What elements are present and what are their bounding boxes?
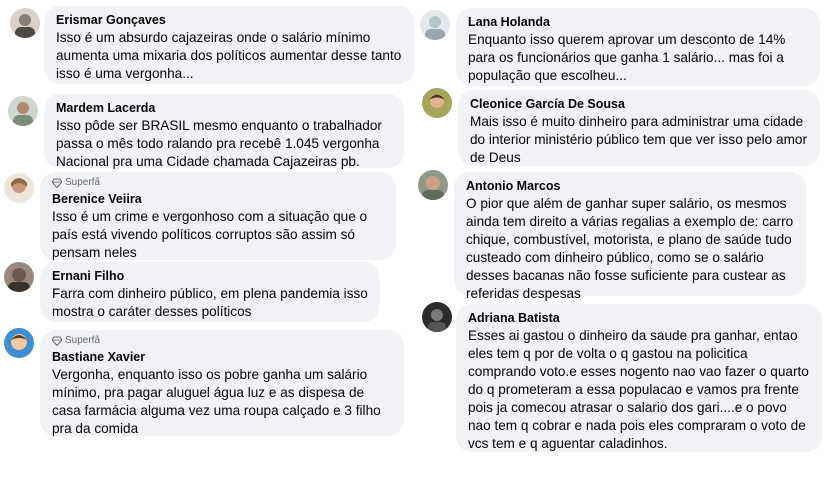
badge-label: Superfã	[65, 177, 101, 188]
avatar[interactable]	[420, 10, 450, 40]
comment-bubble: Lana Holanda Enquanto isso querem aprova…	[456, 8, 820, 86]
comment-text: Isso é um crime e vergonhoso com a situa…	[52, 209, 368, 260]
comment-author[interactable]: Adriana Batista	[468, 310, 810, 326]
comment-text: Vergonha, enquanto isso os pobre ganha u…	[52, 367, 381, 436]
avatar[interactable]	[10, 8, 40, 38]
comment-bubble: Superfã Berenice Veiira Isso é um crime …	[40, 172, 396, 260]
avatar[interactable]	[8, 96, 38, 126]
avatar[interactable]	[4, 262, 34, 292]
avatar[interactable]	[4, 328, 34, 358]
comment-bubble: Antonio Marcos O pior que além de ganhar…	[454, 172, 806, 301]
avatar[interactable]	[422, 88, 452, 118]
comment-author[interactable]: Antonio Marcos	[466, 178, 794, 194]
comment-bubble: Superfã Bastiane Xavier Vergonha, enquan…	[40, 330, 404, 436]
avatar[interactable]	[4, 173, 34, 203]
comment-text: Isso pôde ser BRASIL mesmo enquanto o tr…	[56, 118, 382, 169]
superfan-badge: Superfã	[52, 335, 392, 347]
comment-bubble: Ernani Filho Farra com dinheiro público,…	[40, 262, 380, 322]
comment-text: Isso é um absurdo cajazeiras onde o salá…	[56, 30, 402, 81]
comment-text: Farra com dinheiro público, em plena pan…	[52, 286, 368, 319]
comment-author[interactable]: Lana Holanda	[468, 14, 808, 30]
comment-bubble: Mardem Lacerda Isso pôde ser BRASIL mesm…	[44, 94, 404, 169]
comment-text: O pior que além de ganhar super salário,…	[466, 196, 794, 301]
comment-text: Mais isso é muito dinheiro para administ…	[470, 114, 807, 165]
comment-author[interactable]: Ernani Filho	[52, 268, 368, 284]
comment-bubble: Erismar Gonçaves Isso é um absurdo cajaz…	[44, 6, 414, 84]
comment-author[interactable]: Berenice Veiira	[52, 191, 384, 207]
diamond-icon	[52, 178, 62, 188]
avatar[interactable]	[422, 302, 452, 332]
diamond-icon	[52, 336, 62, 346]
comment-bubble: Cleonice García De Sousa Mais isso é mui…	[458, 90, 820, 166]
comment-text: Esses ai gastou o dinheiro da saude pra …	[468, 328, 809, 451]
superfan-badge: Superfã	[52, 177, 384, 189]
comment-author[interactable]: Cleonice García De Sousa	[470, 96, 808, 112]
avatar[interactable]	[418, 170, 448, 200]
comment-author[interactable]: Erismar Gonçaves	[56, 12, 402, 28]
badge-label: Superfã	[65, 335, 101, 346]
comment-author[interactable]: Mardem Lacerda	[56, 100, 392, 116]
comment-text: Enquanto isso querem aprovar um desconto…	[468, 32, 786, 83]
comment-author[interactable]: Bastiane Xavier	[52, 349, 392, 365]
comment-bubble: Adriana Batista Esses ai gastou o dinhei…	[456, 304, 822, 452]
